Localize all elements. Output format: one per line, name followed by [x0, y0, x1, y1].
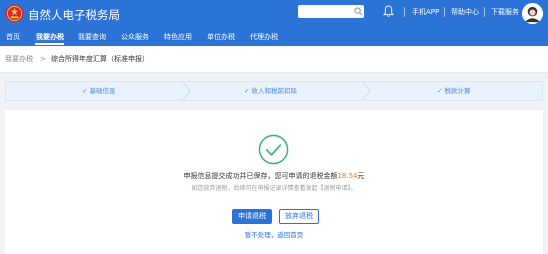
- divider: [404, 7, 405, 17]
- step-chevron-icon: [362, 82, 371, 100]
- success-message: 申报信息提交成功并已保存，您可申请的退税金额18.54元: [0, 171, 548, 181]
- divider: [484, 7, 485, 17]
- progress-steps: ✓ 基础信息 ✓ 收入和税前扣除 ✓ 税款计算: [5, 81, 543, 101]
- mobile-app-link[interactable]: 手机APP: [412, 7, 439, 17]
- notification-bell-icon[interactable]: [383, 5, 394, 18]
- success-check-icon: [258, 134, 289, 165]
- waive-refund-button[interactable]: 放弃退税: [279, 209, 319, 224]
- nav-item-public-service[interactable]: 公众服务: [121, 32, 149, 42]
- breadcrumb-current: 综合所得年度汇算（标准申报）: [51, 55, 149, 63]
- step-label: 基础信息: [89, 87, 116, 95]
- apply-refund-button[interactable]: 申请退税: [232, 209, 272, 224]
- nav-item-home[interactable]: 首页: [6, 32, 20, 42]
- step-tax-calculation: ✓ 税款计算: [437, 86, 471, 96]
- step-basic-info: ✓ 基础信息: [82, 86, 116, 96]
- breadcrumb: 我要办税 > 综合所得年度汇算（标准申报）: [0, 46, 548, 73]
- nav-item-agent-tax[interactable]: 代理办税: [250, 32, 278, 42]
- user-avatar-icon: [522, 3, 543, 24]
- nav-item-special-apps[interactable]: 特色应用: [164, 32, 192, 42]
- nav-item-tax-handling[interactable]: 我要办税: [36, 32, 64, 42]
- avatar[interactable]: [522, 3, 543, 24]
- breadcrumb-parent[interactable]: 我要办税: [5, 54, 33, 64]
- return-home-link[interactable]: 暂不处理，返回首页: [0, 231, 548, 240]
- tax-emblem-logo-icon: [5, 4, 24, 23]
- app-title: 自然人电子税务局: [28, 8, 120, 22]
- currency-unit: 元: [357, 172, 365, 180]
- main-nav: 首页 我要办税 我要查询 公众服务 特色应用 单位办税 代理办税: [0, 29, 548, 46]
- top-bar: 自然人电子税务局 手机APP 帮助中心 下载服务: [0, 0, 548, 29]
- check-icon: ✓: [437, 87, 443, 95]
- check-icon: ✓: [82, 87, 88, 95]
- step-income-deduction: ✓ 收入和税前扣除: [244, 86, 297, 96]
- refund-hint: 如您放弃退税，后续可在申报记录详情查看发起【退税申请】。: [191, 185, 357, 192]
- nav-item-unit-tax[interactable]: 单位办税: [207, 32, 235, 42]
- refund-amount: 18.54: [337, 172, 358, 180]
- nav-item-query[interactable]: 我要查询: [78, 32, 106, 42]
- help-center-link[interactable]: 帮助中心: [451, 7, 479, 17]
- download-service-link[interactable]: 下载服务: [491, 7, 519, 17]
- divider: [444, 7, 445, 17]
- active-tab-indicator: [35, 43, 64, 45]
- check-icon: ✓: [244, 87, 250, 95]
- search-icon[interactable]: [354, 7, 363, 16]
- step-chevron-icon: [182, 82, 191, 100]
- step-label: 收入和税前扣除: [251, 87, 298, 95]
- step-label: 税款计算: [444, 87, 471, 95]
- success-message-text: 申报信息提交成功并已保存，您可申请的退税金额: [183, 172, 338, 180]
- breadcrumb-separator: >: [40, 55, 46, 63]
